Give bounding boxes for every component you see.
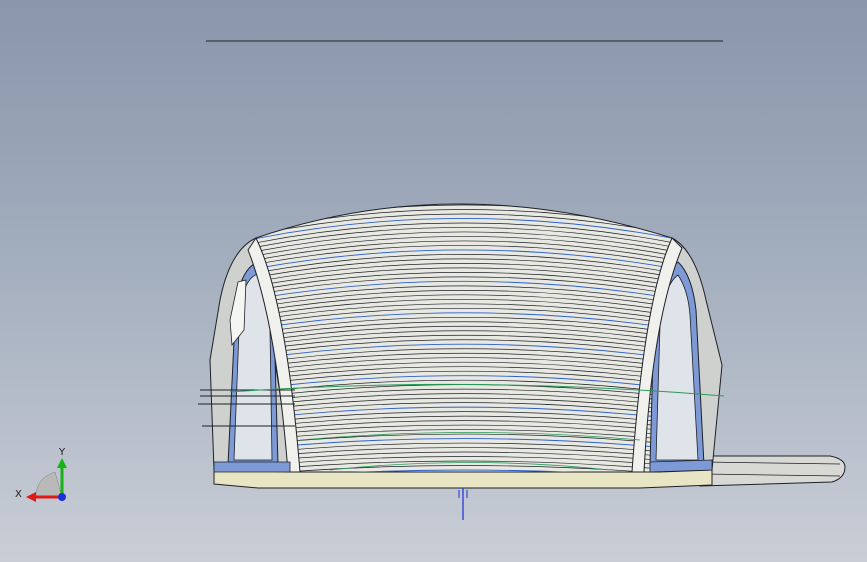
triad-x-arrowhead (26, 492, 36, 502)
triad-y-label: Y (58, 447, 66, 458)
left-ledge (213, 461, 291, 473)
reference-triad[interactable]: Y X (15, 447, 67, 502)
model-canvas: Y X (15, 40, 846, 520)
connector-bar (699, 455, 846, 487)
graphics-viewport[interactable]: Y X (0, 0, 867, 562)
triad-z-axis (58, 493, 66, 501)
base-plate (213, 469, 713, 489)
triad-plane (35, 471, 63, 498)
right-ledge (649, 459, 713, 473)
triad-x-label: X (15, 489, 22, 500)
triad-y-arrowhead (57, 458, 67, 468)
